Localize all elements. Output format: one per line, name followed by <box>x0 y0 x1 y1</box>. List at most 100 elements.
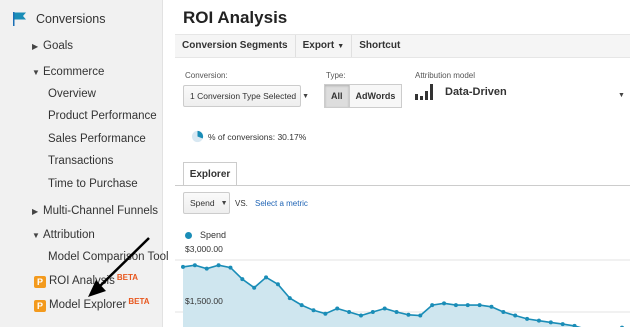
data-point[interactable] <box>287 296 292 301</box>
sidebar-header-label: Conversions <box>36 12 106 26</box>
type-toggle-group: All AdWords <box>324 84 403 108</box>
data-point[interactable] <box>465 303 470 308</box>
data-point[interactable] <box>442 301 447 306</box>
chart-svg <box>175 259 630 327</box>
sidebar-item-label: Ecommerce <box>43 66 105 78</box>
sidebar-item-model-explorer[interactable]: P Model Explorer BETA <box>34 297 150 312</box>
attribution-model-value: Data-Driven <box>445 86 507 98</box>
beta-label: BETA <box>128 297 150 306</box>
data-point[interactable] <box>513 313 518 318</box>
data-point[interactable] <box>536 318 541 323</box>
sidebar-header[interactable]: Conversions <box>12 10 105 28</box>
sidebar-item-ecommerce[interactable]: ▼ Ecommerce <box>32 66 104 78</box>
data-point[interactable] <box>347 310 352 314</box>
sidebar-item-label: Attribution <box>43 229 95 241</box>
data-point[interactable] <box>275 282 280 287</box>
sidebar-item-product-performance[interactable]: Product Performance <box>48 110 157 122</box>
data-point[interactable] <box>240 277 245 282</box>
chevron-down-icon: ▼ <box>337 43 345 50</box>
caret-right-icon: ▶ <box>32 42 39 51</box>
data-point[interactable] <box>252 285 257 290</box>
caret-right-icon: ▶ <box>32 207 39 216</box>
export-label: Export <box>302 40 335 51</box>
sidebar-item-overview[interactable]: Overview <box>48 88 96 100</box>
data-point[interactable] <box>560 322 565 327</box>
sidebar-item-time-to-purchase[interactable]: Time to Purchase <box>48 178 138 190</box>
type-label: Type: <box>326 71 346 80</box>
legend-dot <box>185 231 192 239</box>
shortcut-button[interactable]: Shortcut <box>352 35 407 57</box>
metric-select[interactable]: Spend ▼ <box>183 192 230 214</box>
data-point[interactable] <box>323 311 328 316</box>
toolbar: Conversion Segments Export ▼ Shortcut <box>175 34 630 58</box>
data-point[interactable] <box>335 306 340 311</box>
sidebar-item-label: Model Comparison Tool <box>48 251 169 263</box>
flag-icon <box>12 11 28 27</box>
y-tick-label: $1,500.00 <box>185 296 223 306</box>
data-point[interactable] <box>418 313 423 318</box>
tab-explorer[interactable]: Explorer <box>183 162 237 186</box>
percent-conversions-text: % of conversions: 30.17% <box>208 131 307 142</box>
bar-chart-icon <box>415 84 437 100</box>
sidebar-item-label: ROI Analysis <box>49 275 115 287</box>
data-point[interactable] <box>394 310 399 314</box>
caret-down-icon: ▼ <box>32 231 40 240</box>
sidebar-item-attribution[interactable]: ▼ Attribution <box>32 229 95 241</box>
beta-label: BETA <box>116 273 139 282</box>
attribution-model-label: Attribution model <box>415 71 476 80</box>
sidebar-item-model-comparison-tool[interactable]: Model Comparison Tool <box>48 251 169 263</box>
type-adwords-toggle[interactable]: AdWords <box>349 84 403 108</box>
data-point[interactable] <box>216 263 221 268</box>
data-point[interactable] <box>358 313 363 318</box>
data-point[interactable] <box>228 265 233 270</box>
sidebar-item-goals[interactable]: ▶ Goals <box>32 40 73 52</box>
percent-conversions: % of conversions: 30.17% <box>191 130 306 143</box>
metric-select-value: Spend <box>190 198 215 208</box>
data-point[interactable] <box>299 303 304 308</box>
chevron-down-icon[interactable]: ▼ <box>618 92 625 99</box>
conversion-label: Conversion: <box>185 71 228 80</box>
sidebar-item-label: Transactions <box>48 155 114 167</box>
sidebar-item-label: Sales Performance <box>48 133 146 145</box>
sidebar-item-roi-analysis[interactable]: P ROI Analysis BETA <box>34 273 138 288</box>
data-point[interactable] <box>192 263 197 268</box>
data-point[interactable] <box>406 312 411 317</box>
page-title: ROI Analysis <box>183 8 288 27</box>
main-content: ROI Analysis Conversion Segments Export ▼… <box>163 0 630 327</box>
export-button[interactable]: Export ▼ <box>296 35 353 57</box>
data-point[interactable] <box>453 303 458 308</box>
conversion-select[interactable]: 1 Conversion Type Selected ▼ <box>183 85 309 107</box>
data-point[interactable] <box>477 303 482 308</box>
data-point[interactable] <box>181 264 185 269</box>
sidebar-item-label: Time to Purchase <box>48 178 138 190</box>
premium-badge-icon: P <box>34 276 46 288</box>
y-tick-label: $3,000.00 <box>185 244 223 254</box>
select-a-metric-link[interactable]: Select a metric <box>255 199 308 208</box>
caret-down-icon: ▼ <box>32 68 40 77</box>
attribution-model-select[interactable]: Data-Driven <box>415 84 507 100</box>
data-point[interactable] <box>525 316 530 321</box>
premium-badge-icon: P <box>34 300 46 312</box>
vs-label: VS. <box>235 199 248 208</box>
conversion-select-value: 1 Conversion Type Selected <box>190 91 297 101</box>
data-point[interactable] <box>204 266 209 271</box>
data-point[interactable] <box>382 306 387 311</box>
sidebar-item-label: Product Performance <box>48 110 157 122</box>
pie-chart-icon <box>191 130 204 143</box>
chart-legend: Spend <box>185 230 226 240</box>
data-point[interactable] <box>264 275 269 280</box>
data-point[interactable] <box>489 304 494 309</box>
series-area-spend <box>183 265 622 327</box>
sidebar-item-transactions[interactable]: Transactions <box>48 155 113 167</box>
data-point[interactable] <box>370 310 375 314</box>
data-point[interactable] <box>311 308 316 313</box>
chevron-down-icon: ▼ <box>220 199 228 207</box>
sidebar-item-sales-performance[interactable]: Sales Performance <box>48 133 146 145</box>
sidebar-item-label: Model Explorer <box>49 299 127 311</box>
conversion-segments-button[interactable]: Conversion Segments <box>175 35 296 57</box>
sidebar-item-multi-channel-funnels[interactable]: ▶ Multi-Channel Funnels <box>32 205 158 217</box>
type-all-toggle[interactable]: All <box>324 84 350 108</box>
data-point[interactable] <box>548 320 553 325</box>
data-point[interactable] <box>501 310 506 314</box>
data-point[interactable] <box>430 303 435 308</box>
